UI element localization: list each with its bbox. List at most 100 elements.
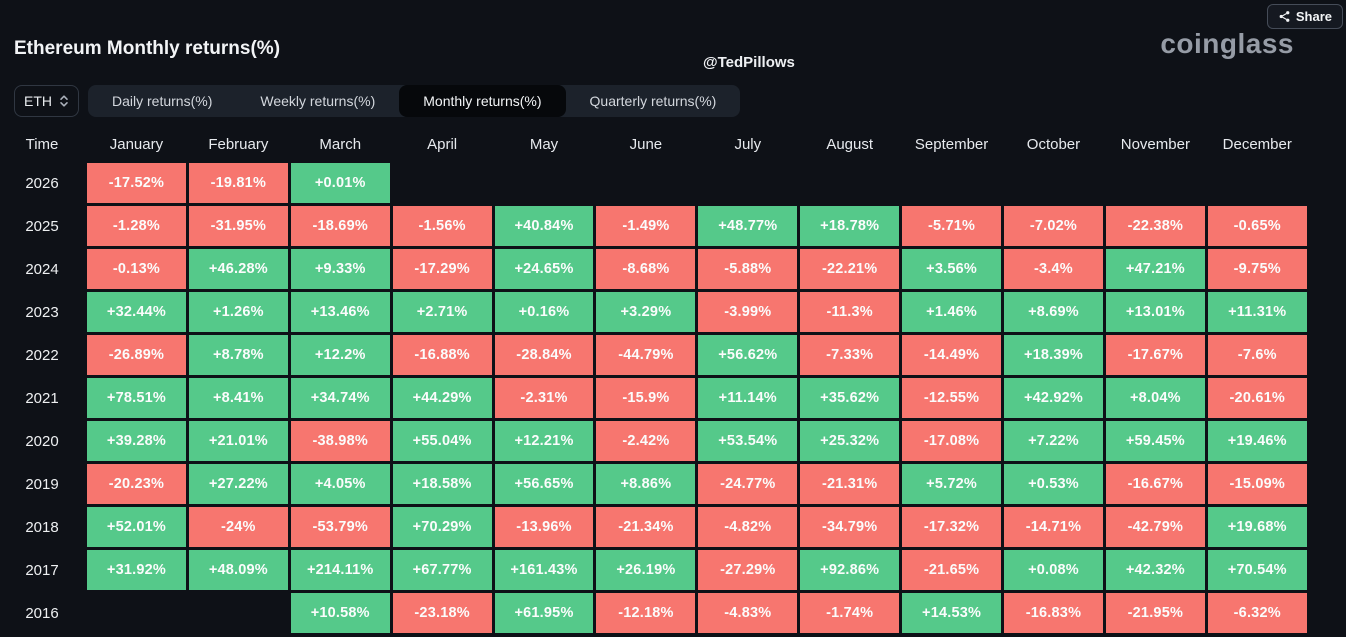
return-cell [800,163,899,203]
share-icon [1278,10,1291,23]
return-cell: +13.01% [1105,292,1205,332]
return-cell: -1.28% [87,206,186,246]
tab-quarterly-returns[interactable]: Quarterly returns(%) [566,85,741,117]
return-cell: -22.38% [1105,206,1205,246]
return-cell: +9.33% [290,249,390,289]
return-cell: -44.79% [596,335,696,375]
return-cell: -20.61% [1207,378,1307,418]
return-cell: +3.29% [596,292,696,332]
return-cell: +52.01% [87,507,186,547]
return-cell: +12.2% [290,335,390,375]
return-cell: +39.28% [87,421,186,461]
return-cell: -23.18% [392,593,492,633]
column-header-month: January [109,135,164,153]
return-cell: +26.19% [596,550,696,590]
return-cell: +7.22% [1004,421,1103,461]
symbol-select-value: ETH [24,93,52,109]
return-cell: +8.41% [188,378,288,418]
return-cell: +8.86% [596,464,696,504]
return-cell: +67.77% [392,550,492,590]
return-cell [902,163,1001,203]
return-cell: -17.08% [902,421,1002,461]
return-cell: -7.02% [1004,206,1103,246]
return-cell: -31.95% [188,206,288,246]
author-watermark: @TedPillows [703,54,795,71]
return-cell: -3.4% [1004,249,1103,289]
return-cell: +44.29% [392,378,492,418]
column-header-month: August [826,135,874,153]
return-cell: -14.49% [902,335,1002,375]
return-cell: -27.29% [698,550,798,590]
return-cell: +48.09% [188,550,288,590]
row-year-label: 2026 [25,174,59,192]
return-cell: +42.32% [1105,550,1205,590]
return-cell: +10.58% [290,593,390,633]
return-cell: -20.23% [87,464,186,504]
return-cell: -8.68% [596,249,696,289]
return-cell: +13.46% [290,292,390,332]
return-cell: -12.18% [596,593,696,633]
return-cell: -24% [188,507,288,547]
return-cell: +55.04% [392,421,492,461]
column-header-month: March [319,135,362,153]
return-cell: +61.95% [494,593,594,633]
return-cell: -14.71% [1004,507,1103,547]
return-cell [596,163,695,203]
row-year-label: 2016 [25,604,59,622]
return-cell: +14.53% [902,593,1002,633]
coinglass-logo: coinglass [1160,28,1294,59]
return-cell: -12.55% [902,378,1002,418]
row-year-label: 2024 [25,260,59,278]
return-cell: -11.3% [800,292,900,332]
return-cell: +18.58% [392,464,492,504]
return-cell: -17.52% [87,163,186,203]
return-cell: +2.71% [392,292,492,332]
row-year-label: 2021 [25,389,59,407]
return-cell: +8.04% [1105,378,1205,418]
return-cell: -38.98% [290,421,390,461]
return-cell: -16.67% [1105,464,1205,504]
row-year-label: 2023 [25,303,59,321]
column-header-month: February [208,135,269,153]
return-cell: -1.49% [596,206,696,246]
return-cell: +19.68% [1207,507,1307,547]
returns-tab-bar: Daily returns(%) Weekly returns(%) Month… [88,85,741,117]
monthly-returns-heatmap: Time January February March April May June July… [0,128,1307,633]
return-cell: +59.45% [1105,421,1205,461]
return-cell: +12.21% [494,421,594,461]
return-cell: -6.32% [1207,593,1307,633]
return-cell: +32.44% [87,292,186,332]
return-cell: -0.13% [87,249,186,289]
return-cell: -21.34% [596,507,696,547]
return-cell: +11.31% [1207,292,1307,332]
return-cell: -4.82% [698,507,798,547]
return-cell: -17.29% [392,249,492,289]
return-cell: +0.16% [494,292,594,332]
share-button-label: Share [1295,9,1332,24]
return-cell: -28.84% [494,335,594,375]
row-year-label: 2022 [25,346,59,364]
tab-monthly-returns[interactable]: Monthly returns(%) [399,85,566,117]
return-cell: -13.96% [494,507,594,547]
return-cell: -21.95% [1105,593,1205,633]
return-cell: +31.92% [87,550,186,590]
return-cell: +0.08% [1004,550,1103,590]
tab-daily-returns[interactable]: Daily returns(%) [88,85,236,117]
return-cell: -7.6% [1207,335,1307,375]
share-button[interactable]: Share [1266,4,1343,29]
return-cell: -34.79% [800,507,900,547]
tab-weekly-returns[interactable]: Weekly returns(%) [236,85,399,117]
return-cell [189,593,288,633]
return-cell: -21.65% [902,550,1002,590]
column-header-month: December [1222,135,1292,153]
return-cell: -0.65% [1207,206,1307,246]
row-year-label: 2018 [25,518,59,536]
return-cell: +0.53% [1004,464,1103,504]
return-cell: -1.56% [392,206,492,246]
return-cell: +18.39% [1004,335,1103,375]
column-header-month: July [734,135,762,153]
return-cell: -9.75% [1207,249,1307,289]
symbol-select[interactable]: ETH [14,85,79,117]
return-cell: +19.46% [1207,421,1307,461]
return-cell: +46.28% [188,249,288,289]
